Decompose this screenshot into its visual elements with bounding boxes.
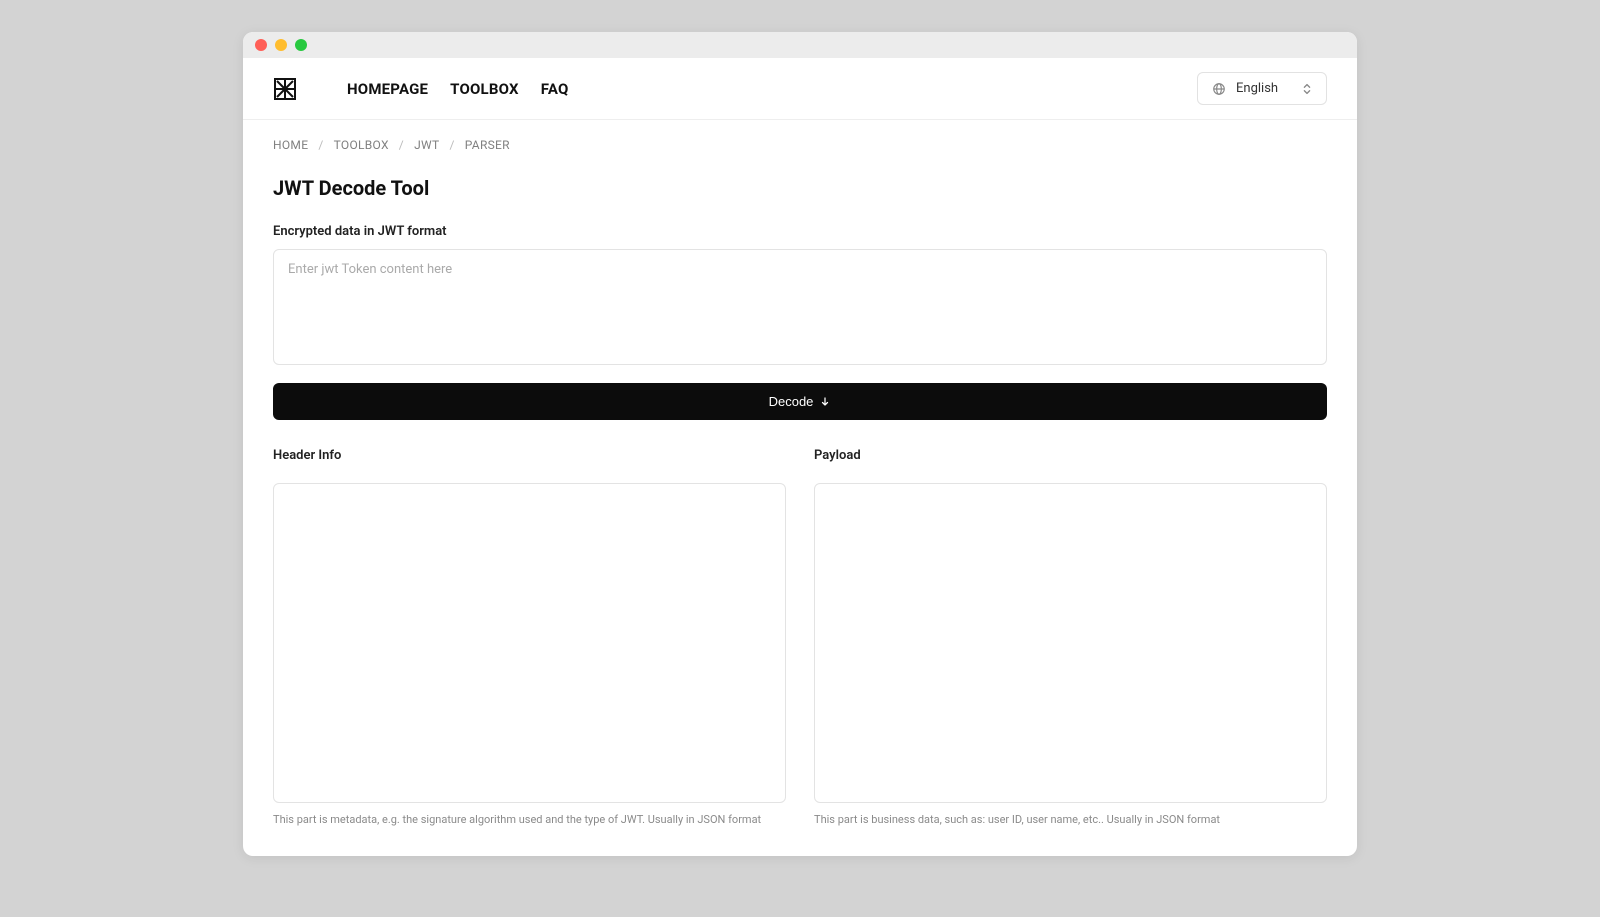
- nav-toolbox[interactable]: TOOLBOX: [450, 80, 519, 98]
- breadcrumb-home[interactable]: HOME: [273, 138, 308, 152]
- breadcrumb-parser[interactable]: PARSER: [465, 138, 510, 152]
- window-close-icon[interactable]: [255, 39, 267, 51]
- breadcrumb: HOME / TOOLBOX / JWT / PARSER: [243, 120, 1357, 152]
- input-label: Encrypted data in JWT format: [273, 224, 1327, 239]
- decode-label: Decode: [769, 394, 814, 409]
- payload-output-hint: This part is business data, such as: use…: [814, 813, 1327, 826]
- window-maximize-icon[interactable]: [295, 39, 307, 51]
- language-select[interactable]: English: [1197, 72, 1327, 105]
- main-content: JWT Decode Tool Encrypted data in JWT fo…: [243, 152, 1357, 856]
- main-nav: HOMEPAGE TOOLBOX FAQ: [347, 80, 569, 98]
- page-title: JWT Decode Tool: [273, 176, 1327, 200]
- output-section: Header Info This part is metadata, e.g. …: [273, 448, 1327, 826]
- payload-output-box: [814, 483, 1327, 803]
- header-output-label: Header Info: [273, 448, 786, 463]
- header-output-hint: This part is metadata, e.g. the signatur…: [273, 813, 786, 826]
- header-output-column: Header Info This part is metadata, e.g. …: [273, 448, 786, 826]
- jwt-input[interactable]: [273, 249, 1327, 365]
- payload-output-column: Payload This part is business data, such…: [814, 448, 1327, 826]
- payload-output-label: Payload: [814, 448, 1327, 463]
- nav-homepage[interactable]: HOMEPAGE: [347, 80, 428, 98]
- globe-icon: [1212, 82, 1226, 96]
- decode-button[interactable]: Decode: [273, 383, 1327, 420]
- breadcrumb-toolbox[interactable]: TOOLBOX: [334, 138, 389, 152]
- header-output-box: [273, 483, 786, 803]
- logo-icon: [273, 77, 297, 101]
- breadcrumb-separator: /: [449, 138, 454, 152]
- arrow-down-icon: [819, 396, 831, 408]
- breadcrumb-separator: /: [318, 138, 323, 152]
- breadcrumb-jwt[interactable]: JWT: [414, 138, 439, 152]
- chevron-up-down-icon: [1302, 82, 1312, 96]
- app-window: HOMEPAGE TOOLBOX FAQ English HOME / TOOL…: [243, 32, 1357, 856]
- window-minimize-icon[interactable]: [275, 39, 287, 51]
- nav-faq[interactable]: FAQ: [541, 80, 569, 98]
- breadcrumb-separator: /: [399, 138, 404, 152]
- header: HOMEPAGE TOOLBOX FAQ English: [243, 58, 1357, 120]
- titlebar: [243, 32, 1357, 58]
- language-label: English: [1236, 81, 1278, 96]
